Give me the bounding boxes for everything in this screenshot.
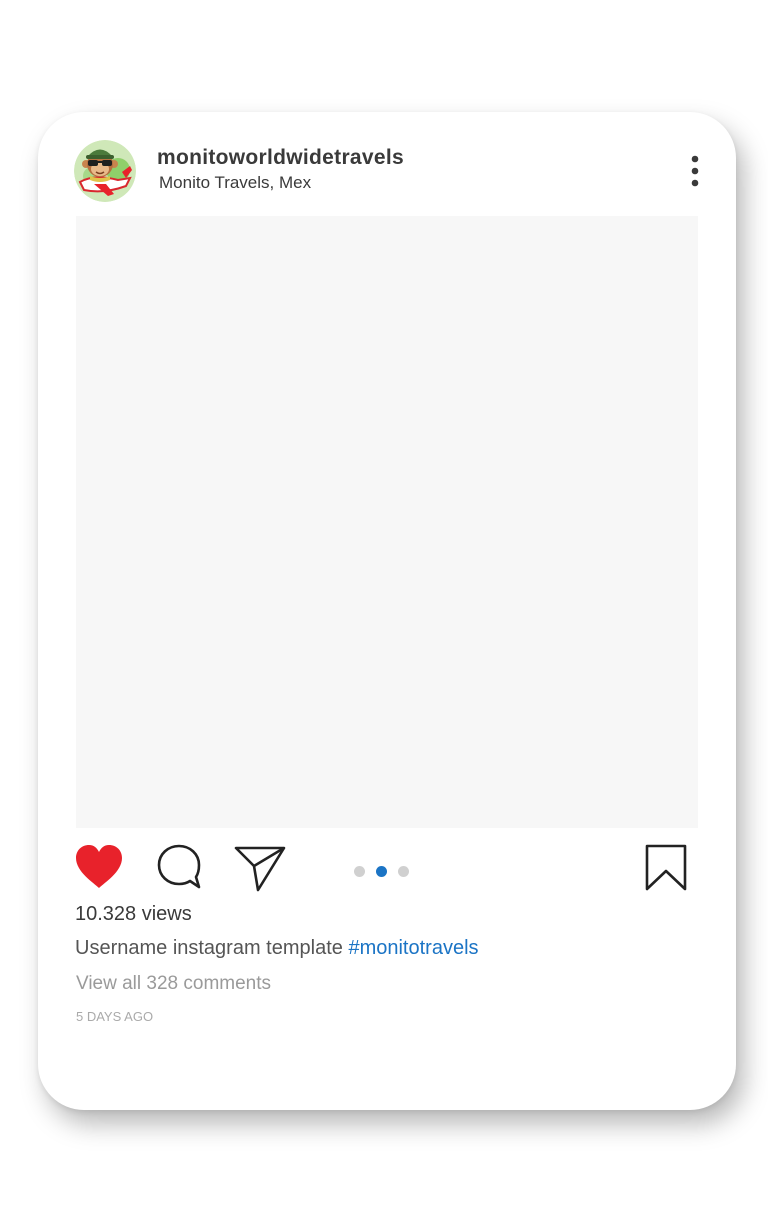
carousel-dot[interactable] xyxy=(398,866,409,877)
post-timestamp: 5 DAYS AGO xyxy=(76,1009,154,1024)
save-button[interactable] xyxy=(644,843,688,893)
more-options-button[interactable] xyxy=(682,152,708,192)
stage: monitoworldwidetravels Monito Travels, M… xyxy=(0,0,768,1222)
like-button[interactable] xyxy=(74,844,124,890)
vertical-ellipsis-icon xyxy=(691,155,699,187)
instagram-post-card: monitoworldwidetravels Monito Travels, M… xyxy=(38,112,736,1110)
share-button[interactable] xyxy=(234,844,286,892)
location[interactable]: Monito Travels, Mex xyxy=(159,173,311,193)
view-comments-link[interactable]: View all 328 comments xyxy=(76,973,271,995)
caption-text: Username instagram template xyxy=(75,937,349,959)
avatar[interactable] xyxy=(74,140,136,202)
carousel-dot-active[interactable] xyxy=(376,866,387,877)
comment-button[interactable] xyxy=(156,843,202,891)
carousel-indicator xyxy=(352,866,412,878)
username[interactable]: monitoworldwidetravels xyxy=(157,146,404,170)
hashtag-link[interactable]: #monitotravels xyxy=(348,937,478,959)
views-count: 10.328 views xyxy=(75,903,192,925)
monkey-pilot-avatar-icon xyxy=(74,140,136,202)
bookmark-icon xyxy=(645,844,687,891)
carousel-dot[interactable] xyxy=(354,866,365,877)
post-media-placeholder[interactable] xyxy=(76,216,698,828)
paper-plane-icon xyxy=(234,846,286,892)
heart-icon xyxy=(76,845,122,888)
comment-bubble-icon xyxy=(157,844,201,889)
caption: Username instagram template #monitotrave… xyxy=(75,937,479,960)
